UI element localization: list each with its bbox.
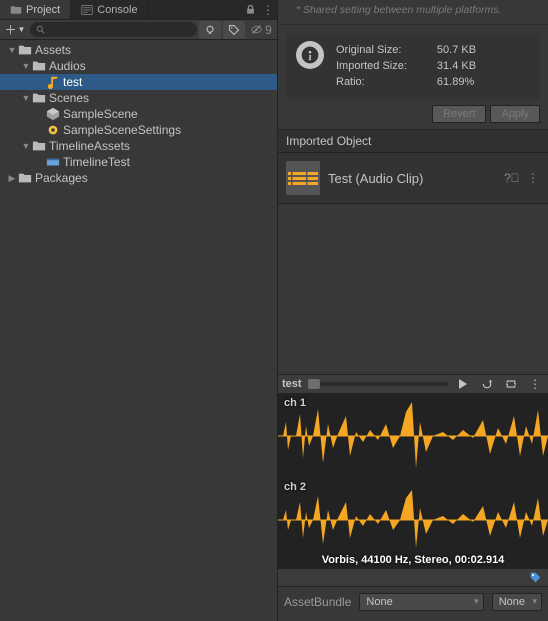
preview-name: test [282,378,302,390]
tree-label: Scenes [49,91,89,105]
expand-arrow-icon[interactable]: ▼ [20,61,32,71]
size-box: Original Size:50.7 KBImported Size:31.4 … [286,33,540,99]
size-val: 50.7 KB [437,43,504,57]
tab-menu-icon[interactable]: ⋮ [259,0,277,19]
tab-label: Console [97,4,137,16]
add-button[interactable]: ＋▼ [2,21,28,38]
tree-label: TimelineAssets [49,139,130,153]
tree-row-samplescene[interactable]: SampleScene [0,106,277,122]
tab-label: Project [26,4,60,16]
imported-clip-row[interactable]: Test (Audio Clip) ?⃝ ⋮ [278,153,548,204]
size-key: Ratio: [336,75,435,89]
clip-name: Test (Audio Clip) [328,171,496,186]
tree-row-assets[interactable]: ▼ Assets [0,42,277,58]
preview-menu-icon[interactable]: ⋮ [526,376,544,392]
tree-row-test[interactable]: test [0,74,277,90]
component-menu-icon[interactable]: ⋮ [526,171,540,185]
size-val: 31.4 KB [437,59,504,73]
search-icon [36,25,46,35]
hidden-count[interactable]: 9 [247,23,275,37]
size-val: 61.89% [437,75,504,89]
tree-row-timelinetest[interactable]: TimelineTest [0,154,277,170]
preview-zoom-slider[interactable] [308,382,448,386]
folder-icon [18,171,32,185]
tree-label: Packages [35,171,88,185]
tree-label: SampleScene [63,107,138,121]
expand-arrow-icon[interactable]: ▼ [6,45,18,55]
scene-icon [46,107,60,121]
loop-button[interactable] [502,376,520,392]
tab-project[interactable]: Project [0,0,71,19]
lock-icon[interactable] [241,0,259,19]
size-key: Original Size: [336,43,435,57]
console-icon [81,4,93,16]
filter-by-label-button[interactable] [223,21,245,39]
apply-button[interactable]: Apply [490,105,540,123]
expand-arrow-icon[interactable]: ▼ [20,141,32,151]
timeline-icon [46,155,60,169]
search-input[interactable] [30,22,197,37]
tree-label: Audios [49,59,86,73]
folder-icon [32,139,46,153]
assetbundle-name-dropdown[interactable]: None [359,593,483,611]
folder-icon [32,59,46,73]
tree-label: SampleSceneSettings [63,123,181,137]
tree-label: Assets [35,43,71,57]
help-icon[interactable]: ?⃝ [504,171,518,185]
revert-button[interactable]: Revert [432,105,486,123]
tree-label: test [63,75,82,89]
project-tree[interactable]: ▼Assets▼Audiostest▼ScenesSampleSceneSamp… [0,40,277,621]
assetbundle-variant-dropdown[interactable]: None [492,593,542,611]
tab-console[interactable]: Console [71,0,148,19]
label-icon[interactable] [529,571,542,584]
expand-arrow-icon[interactable]: ▶ [6,173,18,184]
format-line: Vorbis, 44100 Hz, Stereo, 00:02.914 [278,554,548,566]
filter-by-type-button[interactable] [199,21,221,39]
tree-row-audios[interactable]: ▼ Audios [0,58,277,74]
audio-clip-icon [286,161,320,195]
info-icon [296,41,324,69]
channel-1-label: ch 1 [284,397,306,409]
tree-row-timelineassets[interactable]: ▼ TimelineAssets [0,138,277,154]
assetbundle-label: AssetBundle [284,595,351,609]
expand-arrow-icon[interactable]: ▼ [20,93,32,103]
folder-icon [32,91,46,105]
tree-label: TimelineTest [63,155,130,169]
shared-note: * Shared setting between multiple platfo… [278,0,548,25]
folder-icon [18,43,32,57]
tree-row-packages[interactable]: ▶ Packages [0,170,277,186]
play-button[interactable] [454,376,472,392]
audio-icon [46,75,60,89]
imported-object-header: Imported Object [278,129,548,153]
tree-row-samplescenesettings[interactable]: SampleSceneSettings [0,122,277,138]
size-key: Imported Size: [336,59,435,73]
channel-2-label: ch 2 [284,481,306,493]
folder-icon [10,4,22,16]
waveform-preview: ch 1 ch 2 Vorbis, 44100 Hz, Stereo, 00:0… [278,394,548,568]
settings-icon [46,123,60,137]
autoplay-button[interactable] [478,376,496,392]
tree-row-scenes[interactable]: ▼ Scenes [0,90,277,106]
